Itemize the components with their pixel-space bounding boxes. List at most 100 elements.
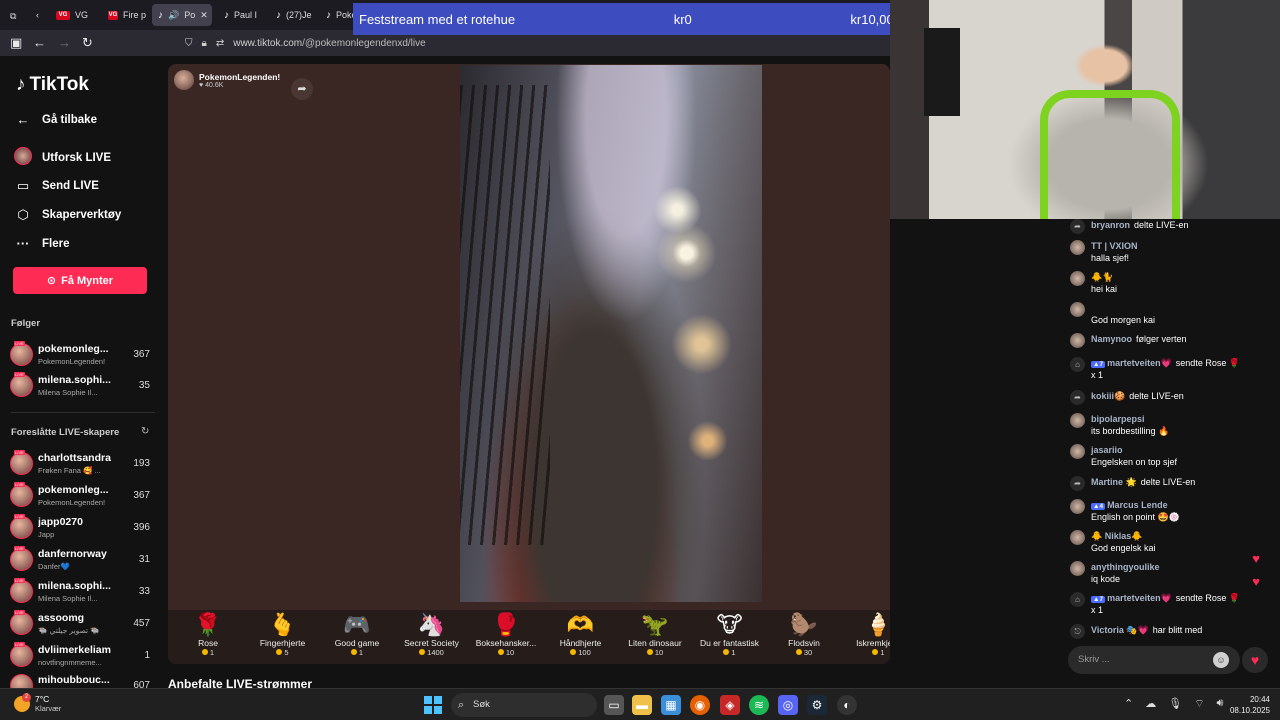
permissions-icon[interactable]: ⇄	[216, 38, 224, 49]
gift-price: 1400	[394, 648, 470, 657]
chat-username[interactable]: TT | VXION	[1091, 241, 1138, 251]
gift-price: 1	[692, 648, 768, 657]
discord-icon[interactable]: ◎	[778, 695, 798, 715]
avatar	[10, 580, 33, 603]
refresh-icon[interactable]: ↻	[141, 426, 149, 437]
chat-username[interactable]: Martine 🌟 delte LIVE-en	[1091, 477, 1195, 488]
chat-username[interactable]: jasariio	[1091, 445, 1123, 455]
avatar	[10, 516, 33, 539]
live-video[interactable]	[460, 65, 762, 602]
chat-text: halla sjef!	[1091, 253, 1130, 263]
steam-icon[interactable]: ⚙	[807, 695, 827, 715]
gift-item[interactable]: 🐮 Du er fantastisk 1	[692, 610, 768, 664]
goal-current: kr0	[673, 11, 692, 27]
goal-title: Feststream med et rotehue	[359, 11, 516, 27]
tab-active-tiktok[interactable]: ♪ 🔊 Po ✕	[152, 4, 212, 26]
tab-list-icon[interactable]: ⧉	[4, 5, 22, 27]
coin-icon	[872, 649, 879, 655]
gift-item[interactable]: 🫶 Håndhjerte 100	[543, 610, 619, 664]
divider	[11, 412, 155, 413]
shield-icon[interactable]: ⛉	[185, 38, 193, 49]
suggested-account[interactable]: LIVE charlottsandra Frøken Fana 🥰 ... 193	[10, 450, 155, 480]
nav-creator-tools[interactable]: ⬡ Skaperverktøy	[14, 207, 121, 223]
forward-arrow-icon[interactable]: →	[58, 35, 71, 51]
microphone-icon[interactable]: 🎙︎	[1168, 697, 1182, 711]
photos-icon[interactable]: ▦	[661, 695, 681, 715]
url-text[interactable]: www.tiktok.com/@pokemonlegendenxd/live	[233, 38, 425, 49]
close-tab-icon[interactable]: ✕	[200, 10, 208, 21]
lock-icon[interactable]: 🔒︎	[202, 38, 207, 49]
host-avatar[interactable]	[174, 70, 194, 90]
chat-username[interactable]: ▲4 Marcus Lende	[1091, 500, 1168, 510]
tiktok-logo[interactable]: ♪ TikTok	[16, 74, 89, 96]
tab-fire[interactable]: VG Fire p	[102, 4, 152, 26]
nav-explore-live[interactable]: Utforsk LIVE	[14, 147, 111, 168]
nav-go-live[interactable]: ▭ Send LIVE	[14, 178, 99, 194]
following-account[interactable]: LIVE milena.sophi... Milena Sophie Il... 35	[10, 372, 155, 402]
gift-item[interactable]: 🦖 Liten dinosaur 10	[617, 610, 693, 664]
app-icon[interactable]: ◐	[837, 695, 857, 715]
chat-username[interactable]: ▲7 martetveiten💗 sendte Rose 🌹	[1091, 593, 1240, 604]
firefox-icon[interactable]: ◉	[690, 695, 710, 715]
url-bar[interactable]: ⛉ 🔒︎ ⇄ www.tiktok.com/@pokemonlegendenxd…	[175, 33, 880, 53]
wifi-icon[interactable]: ⌔	[1194, 697, 1204, 711]
suggested-account[interactable]: LIVE dvliimerkeliam novtfingnmmeme... 1	[10, 642, 155, 672]
chat-username[interactable]: ▲7 martetveiten💗 sendte Rose 🌹	[1091, 358, 1240, 369]
chat-username[interactable]: bryanron delte LIVE-en	[1091, 220, 1189, 230]
chat-username[interactable]: Namynoo følger verten	[1091, 334, 1187, 344]
get-coins-button[interactable]: ⊙ Få Mynter	[13, 267, 147, 294]
following-account[interactable]: LIVE pokemonleg... PokemonLegenden! 367	[10, 341, 155, 371]
share-icon: ➦	[1070, 219, 1085, 234]
host-name[interactable]: PokemonLegenden!	[199, 72, 280, 82]
gift-item[interactable]: 🌹 Rose 1	[170, 610, 246, 664]
gift-name: Flodsvin	[788, 638, 820, 648]
back-link[interactable]: ← Gå tilbake	[14, 112, 97, 127]
chat-username[interactable]: Victoria 🎭💗 har blitt med	[1091, 625, 1202, 636]
emoji-icon[interactable]: ☺	[1213, 652, 1229, 668]
back-arrow-icon[interactable]: ←	[33, 35, 46, 51]
nav-more[interactable]: ··· Flere	[14, 236, 70, 251]
taskbar-search[interactable]: ⌕ Søk	[451, 693, 597, 717]
suggested-account[interactable]: mihoubbouc... 607	[10, 672, 155, 688]
chat-username[interactable]: 🐥🐈	[1091, 272, 1113, 283]
chevron-up-icon[interactable]: ⌃	[1124, 697, 1133, 711]
cloud-icon[interactable]: ☁	[1145, 697, 1156, 711]
gift-item[interactable]: 🦄 Secret Society 1400	[394, 610, 470, 664]
share-icon[interactable]: ➦	[291, 78, 313, 100]
spotify-icon[interactable]: ≋	[749, 695, 769, 715]
gift-item[interactable]: 🫰 Fingerhjerte 5	[245, 610, 321, 664]
gift-icon: 🍦	[864, 612, 890, 637]
suggested-account[interactable]: LIVE assoomg 🐃 تصوير جيلتي 🐃 457	[10, 610, 155, 640]
host-info[interactable]: PokemonLegenden! ♥ 40.6K	[174, 70, 280, 90]
sidebar-toggle-icon[interactable]: ▣	[10, 35, 22, 51]
chat-username[interactable]: 🐥 Niklas🐥	[1091, 531, 1142, 542]
chat-username[interactable]: anythingyoulike	[1091, 562, 1160, 572]
avatar	[10, 612, 33, 635]
chat-username[interactable]: bipolarpepsi	[1091, 414, 1145, 424]
coin-icon	[350, 649, 357, 655]
vg-favicon-icon: VG	[108, 10, 118, 20]
suggested-account[interactable]: LIVE milena.sophi... Milena Sophie Il... 33	[10, 578, 155, 608]
speaker-icon[interactable]: 🔊	[168, 10, 179, 21]
gift-item[interactable]: 🦫 Flodsvin 30	[766, 610, 842, 664]
start-button[interactable]	[424, 696, 442, 714]
gift-item[interactable]: 🎮 Good game 1	[319, 610, 395, 664]
file-explorer-icon[interactable]: ▬	[632, 695, 652, 715]
reload-icon[interactable]: ↻	[82, 35, 93, 51]
like-heart-button[interactable]: ♥	[1242, 647, 1268, 673]
app-icon[interactable]: ◈	[720, 695, 740, 715]
tab-paul[interactable]: ♪ Paul I	[218, 4, 266, 26]
weather-widget[interactable]: 2 7°C Klarvær	[14, 692, 61, 713]
suggested-account[interactable]: LIVE pokemonleg... PokemonLegenden! 367	[10, 482, 155, 512]
gift-item[interactable]: 🥊 Boksehansker... 10	[468, 610, 544, 664]
clock[interactable]: 20:44 08.10.2025	[1228, 694, 1270, 716]
gift-item[interactable]: 🍦Iskremkjeks1	[841, 610, 890, 664]
suggested-account[interactable]: LIVE danfernorway Danfer💙 31	[10, 546, 155, 576]
suggested-account[interactable]: LIVE japp0270 Japp 396	[10, 514, 155, 544]
volume-icon[interactable]: 🔊︎	[1217, 697, 1224, 711]
chat-username[interactable]: kokiii🍪 delte LIVE-en	[1091, 391, 1184, 402]
tab-scroll-left[interactable]: ‹	[30, 4, 45, 26]
live-badge: LIVE	[14, 514, 25, 519]
task-view-icon[interactable]: ▭	[604, 695, 624, 715]
tab-je[interactable]: ♪ (27)Je	[270, 4, 320, 26]
